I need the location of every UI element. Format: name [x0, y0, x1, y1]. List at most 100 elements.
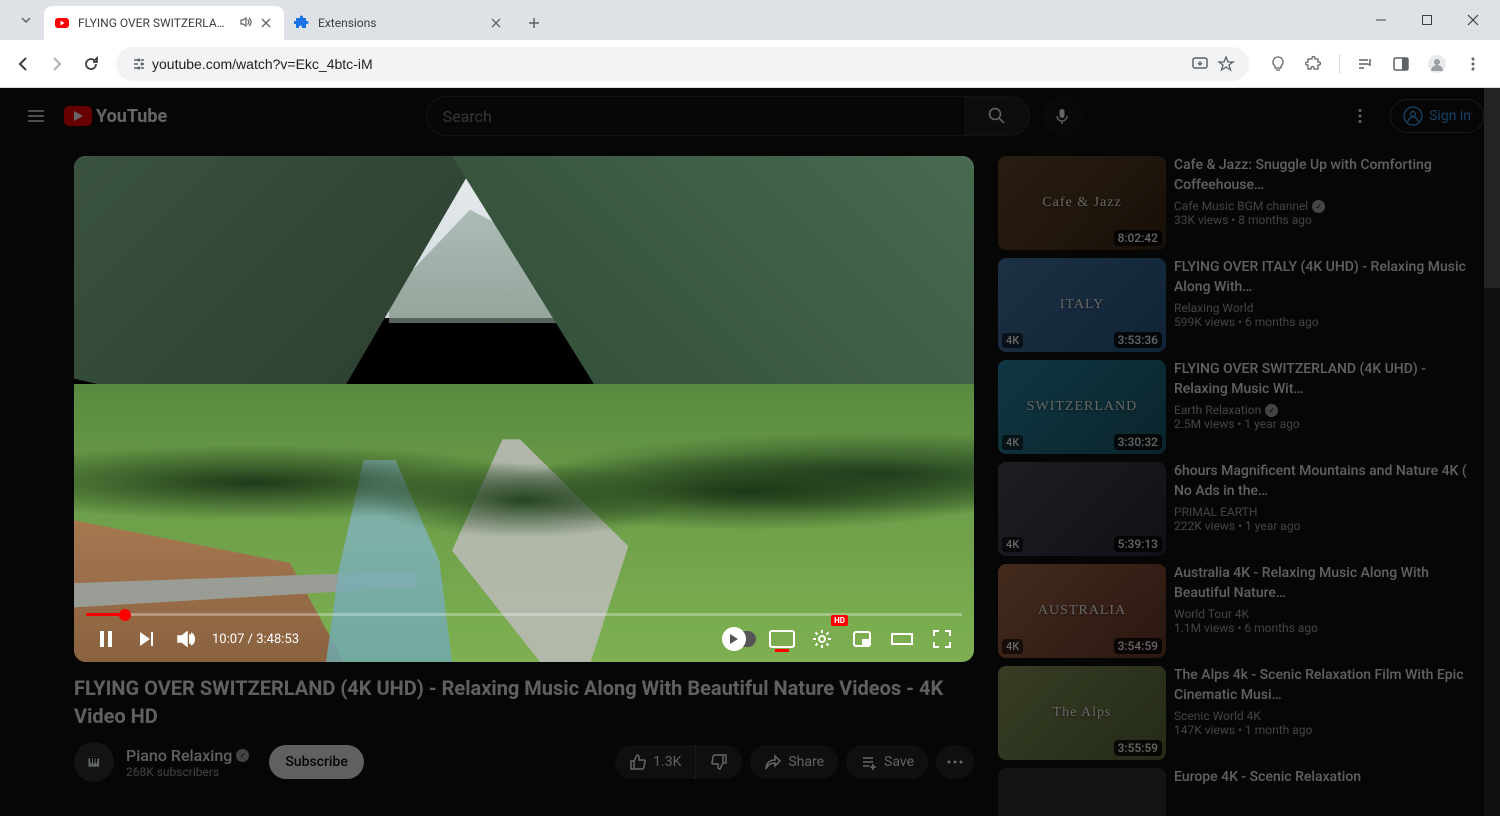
- video-thumbnail: AUSTRALIA 4K3:54:59: [998, 564, 1166, 658]
- cc-button[interactable]: [762, 619, 802, 659]
- autoplay-toggle[interactable]: [722, 619, 762, 659]
- duration-badge: 3:55:59: [1114, 740, 1162, 756]
- suggested-channel: Relaxing World: [1174, 301, 1476, 315]
- time-display: 10:07 / 3:48:53: [212, 632, 299, 647]
- suggested-stats: 599K views • 6 months ago: [1174, 315, 1476, 329]
- suggested-channel: PRIMAL EARTH: [1174, 505, 1476, 519]
- suggested-video-item[interactable]: AUSTRALIA 4K3:54:59 Australia 4K - Relax…: [998, 564, 1476, 658]
- suggested-video-title: Australia 4K - Relaxing Music Along With…: [1174, 564, 1476, 603]
- suggested-stats: 2.5M views • 1 year ago: [1174, 417, 1476, 431]
- thumbs-up-icon: [629, 753, 647, 771]
- youtube-icon: [64, 106, 92, 126]
- subscribe-button[interactable]: Subscribe: [269, 745, 364, 779]
- search-input[interactable]: Search: [426, 96, 966, 136]
- tab-title: Extensions: [318, 16, 488, 30]
- duration-badge: 3:54:59: [1114, 638, 1162, 654]
- suggested-video-title: FLYING OVER ITALY (4K UHD) - Relaxing Mu…: [1174, 258, 1476, 297]
- suggested-video-item[interactable]: Europe 4K - Scenic Relaxation: [998, 768, 1476, 816]
- settings-button[interactable]: HD: [802, 619, 842, 659]
- maximize-button[interactable]: [1404, 4, 1450, 36]
- chevron-down-icon: [20, 14, 32, 26]
- duration-badge: 5:39:13: [1114, 536, 1162, 552]
- suggested-video-item[interactable]: 4K5:39:13 6hours Magnificent Mountains a…: [998, 462, 1476, 556]
- tabs-dropdown-button[interactable]: [12, 6, 40, 34]
- suggested-stats: 147K views • 1 month ago: [1174, 723, 1476, 737]
- video-thumbnail: 4K 5:39:13: [998, 462, 1166, 556]
- suggested-video-item[interactable]: The Alps 3:55:59 The Alps 4k - Scenic Re…: [998, 666, 1476, 760]
- bookmark-icon[interactable]: [1213, 51, 1239, 77]
- ellipsis-icon: [946, 759, 964, 765]
- new-tab-button[interactable]: [520, 9, 548, 37]
- close-window-button[interactable]: [1450, 4, 1496, 36]
- suggested-video-item[interactable]: Cafe & Jazz 8:02:42 Cafe & Jazz: Snuggle…: [998, 156, 1476, 250]
- forward-button[interactable]: [40, 47, 74, 81]
- save-button[interactable]: Save: [846, 745, 928, 779]
- youtube-body: 10:07 / 3:48:53 HD FLYIN: [0, 144, 1500, 816]
- reload-button[interactable]: [74, 47, 108, 81]
- volume-button[interactable]: [166, 619, 206, 659]
- like-button[interactable]: 1.3K: [615, 745, 696, 779]
- video-content: [74, 156, 974, 662]
- search-button[interactable]: [966, 96, 1030, 136]
- main-column: 10:07 / 3:48:53 HD FLYIN: [74, 156, 974, 816]
- duration-badge: 3:30:32: [1114, 434, 1162, 450]
- dislike-button[interactable]: [696, 745, 742, 779]
- video-thumbnail: ITALY 4K3:53:36: [998, 258, 1166, 352]
- guide-menu-button[interactable]: [16, 96, 56, 136]
- browser-menu-button[interactable]: [1456, 47, 1490, 81]
- thumbs-down-icon: [710, 753, 728, 771]
- lightbulb-icon[interactable]: [1261, 47, 1295, 81]
- sign-in-button[interactable]: Sign in: [1390, 99, 1484, 133]
- settings-menu-button[interactable]: [1340, 96, 1380, 136]
- fullscreen-button[interactable]: [922, 619, 962, 659]
- site-settings-icon[interactable]: [126, 51, 152, 77]
- more-actions-button[interactable]: [936, 745, 974, 779]
- next-button[interactable]: [126, 619, 166, 659]
- subscriber-count: 268K subscribers: [126, 765, 249, 779]
- playlist-add-icon: [860, 753, 878, 771]
- youtube-logo[interactable]: YouTube: [64, 106, 167, 127]
- audio-playing-icon[interactable]: [238, 15, 252, 32]
- theater-button[interactable]: [882, 619, 922, 659]
- video-thumbnail: Cafe & Jazz 8:02:42: [998, 156, 1166, 250]
- person-icon: [1403, 106, 1423, 126]
- tab-close-button[interactable]: [488, 15, 504, 31]
- page-scrollbar[interactable]: [1484, 88, 1500, 816]
- tab-close-button[interactable]: [258, 15, 274, 31]
- verified-icon: ✓: [1265, 404, 1278, 417]
- video-player[interactable]: 10:07 / 3:48:53 HD: [74, 156, 974, 662]
- share-button[interactable]: Share: [750, 745, 838, 779]
- video-title: FLYING OVER SWITZERLAND (4K UHD) - Relax…: [74, 674, 974, 730]
- address-bar[interactable]: [116, 47, 1249, 81]
- 4k-badge: 4K: [1002, 537, 1023, 552]
- suggested-stats: 1.1M views • 6 months ago: [1174, 621, 1476, 635]
- suggested-video-item[interactable]: ITALY 4K3:53:36 FLYING OVER ITALY (4K UH…: [998, 258, 1476, 352]
- video-meta-row: 🎹 Piano Relaxing ✓ 268K subscribers Subs…: [74, 742, 974, 782]
- verified-icon: ✓: [236, 749, 249, 762]
- youtube-logo-text: YouTube: [96, 106, 167, 127]
- share-icon: [764, 753, 782, 771]
- suggested-channel: Cafe Music BGM channel ✓: [1174, 199, 1476, 213]
- back-button[interactable]: [6, 47, 40, 81]
- media-control-icon[interactable]: [1348, 47, 1382, 81]
- url-input[interactable]: [152, 56, 1187, 72]
- 4k-badge: 4K: [1002, 639, 1023, 654]
- pause-button[interactable]: [86, 619, 126, 659]
- suggested-video-item[interactable]: SWITZERLAND 4K3:30:32 FLYING OVER SWITZE…: [998, 360, 1476, 454]
- extensions-icon[interactable]: [1297, 47, 1331, 81]
- channel-avatar[interactable]: 🎹: [74, 742, 114, 782]
- channel-name[interactable]: Piano Relaxing ✓: [126, 746, 249, 765]
- browser-tab-youtube[interactable]: FLYING OVER SWITZERLAND: [44, 6, 284, 40]
- browser-tab-extensions[interactable]: Extensions: [284, 6, 514, 40]
- voice-search-button[interactable]: [1042, 96, 1082, 136]
- side-panel-icon[interactable]: [1384, 47, 1418, 81]
- verified-icon: ✓: [1312, 200, 1325, 213]
- suggested-video-title: Europe 4K - Scenic Relaxation: [1174, 768, 1476, 788]
- install-app-icon[interactable]: [1187, 51, 1213, 77]
- miniplayer-button[interactable]: [842, 619, 882, 659]
- video-thumbnail: SWITZERLAND 4K3:30:32: [998, 360, 1166, 454]
- duration-badge: 3:53:36: [1114, 332, 1162, 348]
- profile-avatar[interactable]: [1420, 47, 1454, 81]
- suggested-video-title: FLYING OVER SWITZERLAND (4K UHD) - Relax…: [1174, 360, 1476, 399]
- minimize-button[interactable]: [1358, 4, 1404, 36]
